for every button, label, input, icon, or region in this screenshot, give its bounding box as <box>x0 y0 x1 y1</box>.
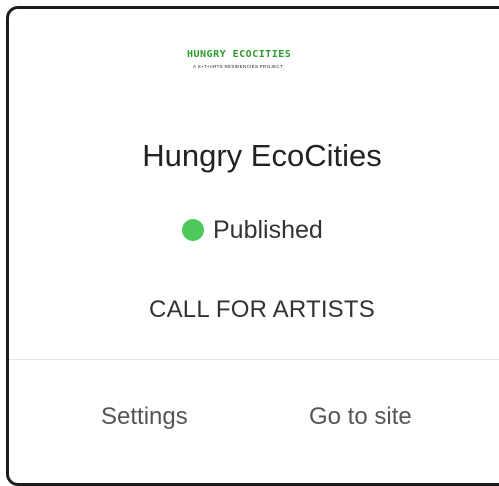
divider <box>9 359 499 360</box>
logo-name: HUNGRY ECOCITIES <box>187 49 292 60</box>
status-label: Published <box>213 215 323 244</box>
status-indicator: Published <box>182 215 323 245</box>
page-label: CALL FOR ARTISTS <box>149 296 375 323</box>
site-title: Hungry EcoCities <box>142 138 382 173</box>
go-to-site-button[interactable]: Go to site <box>309 403 412 431</box>
status-dot-icon <box>182 219 204 241</box>
site-card: HUNGRY ECOCITIES A S+T+ARTS RESIDENCIES … <box>6 6 499 486</box>
logo-tagline: A S+T+ARTS RESIDENCIES PROJECT <box>193 64 283 69</box>
settings-button[interactable]: Settings <box>101 403 188 431</box>
